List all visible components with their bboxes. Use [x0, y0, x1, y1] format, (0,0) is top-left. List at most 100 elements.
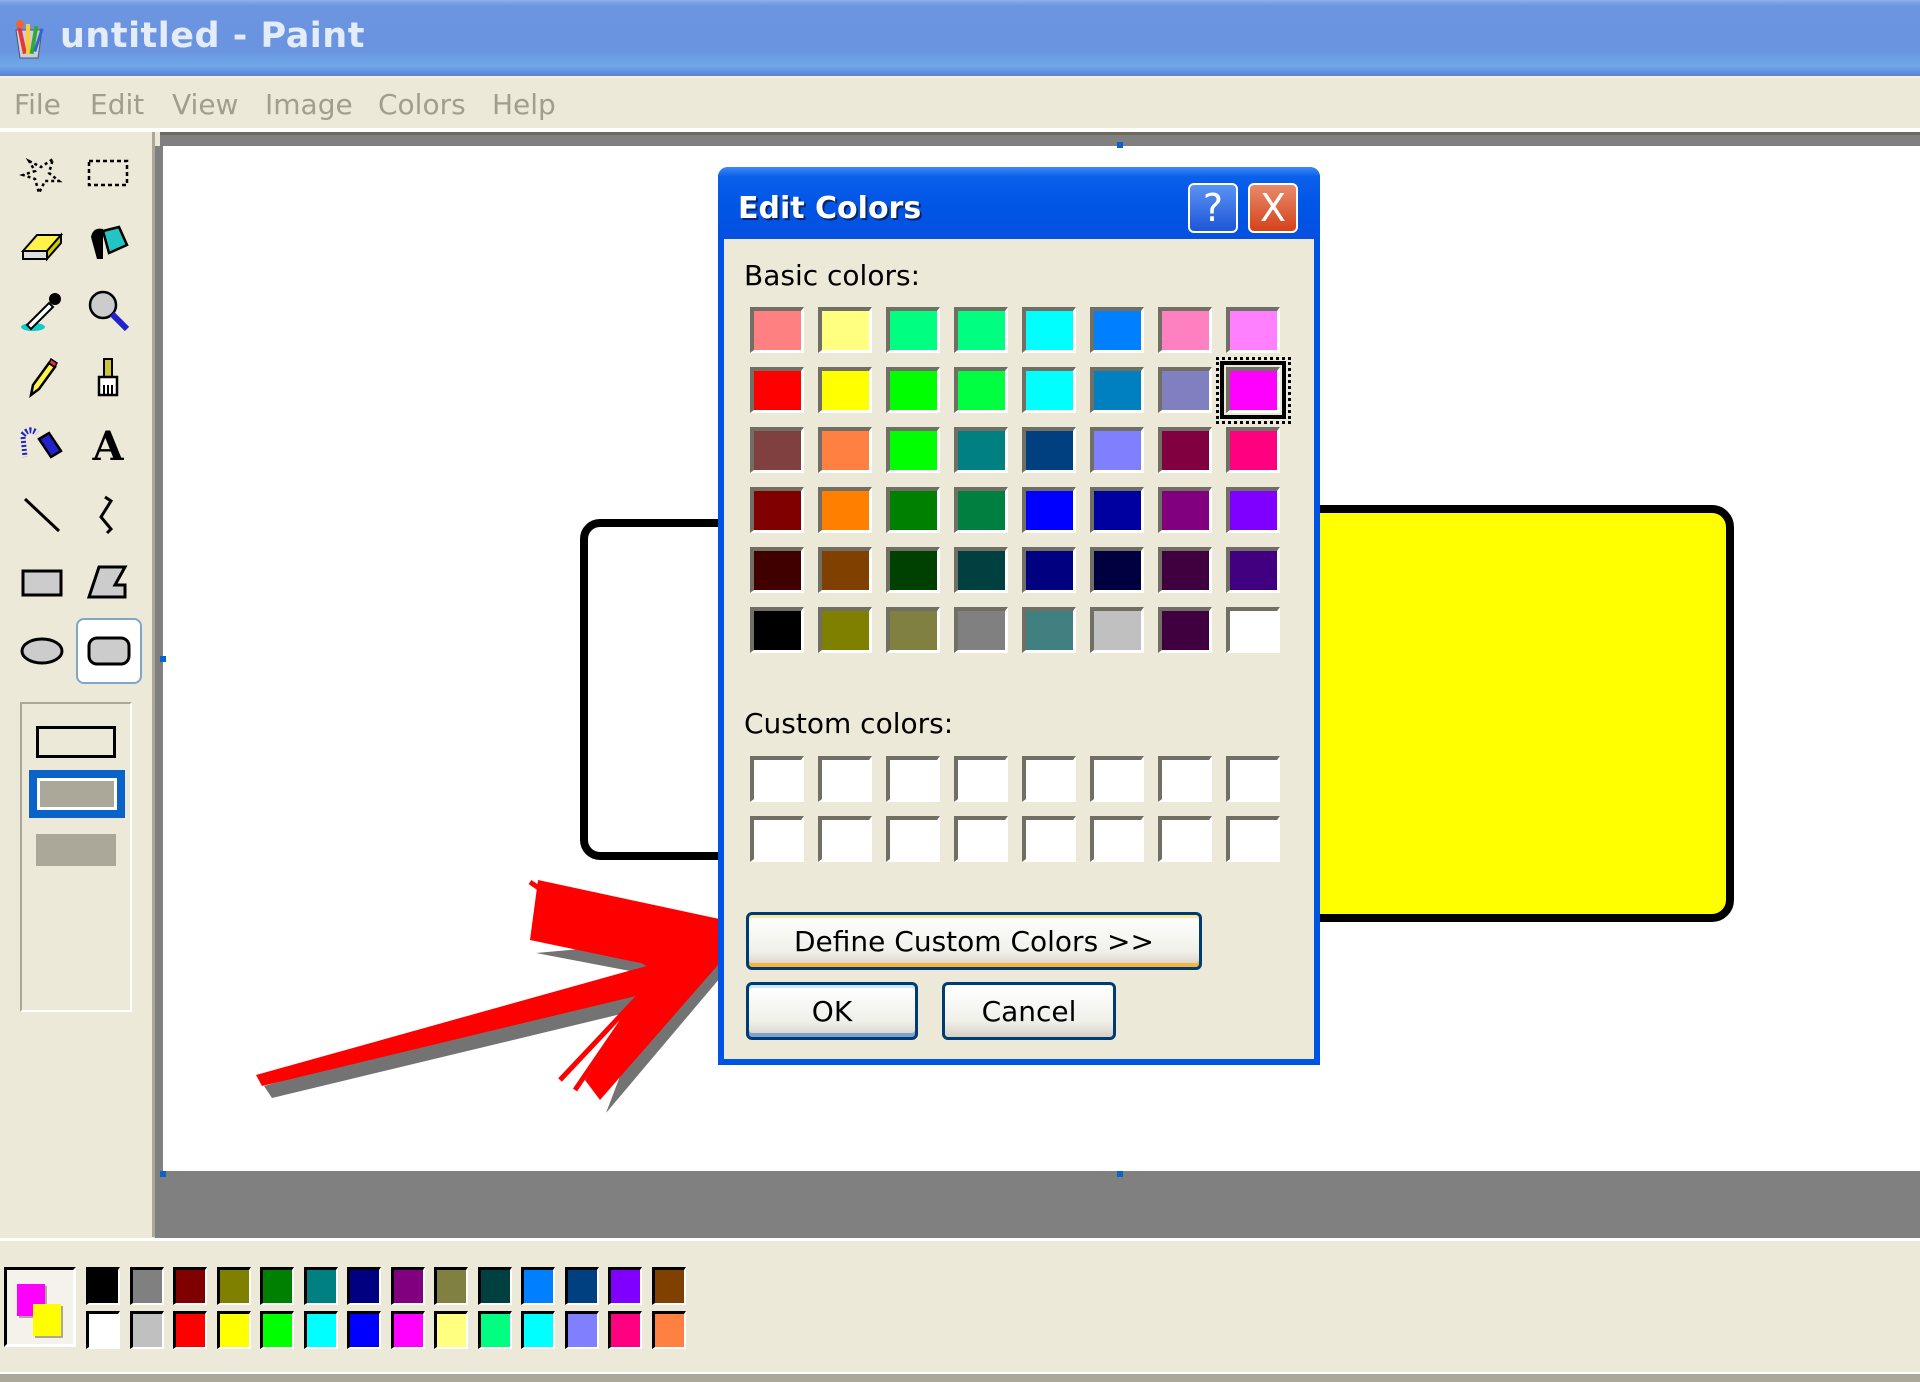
palette-color-swatch[interactable] — [521, 1267, 555, 1305]
palette-color-swatch[interactable] — [303, 1267, 338, 1305]
palette-color-swatch[interactable] — [477, 1311, 512, 1349]
canvas-resize-handle-bottom[interactable] — [1117, 1171, 1123, 1177]
basic-color-swatch[interactable] — [1022, 307, 1076, 353]
basic-color-swatch[interactable] — [750, 427, 804, 473]
basic-color-swatch[interactable] — [1090, 547, 1144, 593]
basic-color-swatch[interactable] — [750, 487, 804, 533]
basic-color-swatch[interactable] — [1226, 607, 1280, 653]
basic-color-swatch[interactable] — [954, 307, 1008, 353]
basic-color-swatch[interactable] — [818, 367, 872, 413]
tool-rectangle-select[interactable] — [78, 144, 138, 204]
title-bar[interactable]: untitled - Paint — [0, 0, 1920, 76]
palette-color-swatch[interactable] — [216, 1311, 251, 1349]
basic-color-swatch[interactable] — [1022, 607, 1076, 653]
basic-color-swatch[interactable] — [1022, 367, 1076, 413]
basic-color-swatch[interactable] — [818, 307, 872, 353]
basic-color-swatch[interactable] — [1090, 367, 1144, 413]
basic-color-swatch[interactable] — [1158, 367, 1212, 413]
menu-help[interactable]: Help — [492, 88, 556, 121]
palette-color-swatch[interactable] — [173, 1311, 207, 1349]
basic-color-swatch[interactable] — [1158, 607, 1212, 653]
custom-color-swatch[interactable] — [818, 816, 872, 862]
tool-rectangle[interactable] — [12, 552, 72, 612]
tool-pencil[interactable] — [12, 348, 72, 408]
basic-color-swatch[interactable] — [1022, 427, 1076, 473]
basic-color-swatch[interactable] — [954, 487, 1008, 533]
basic-color-swatch[interactable] — [1022, 547, 1076, 593]
tool-rounded-rectangle[interactable] — [76, 618, 142, 684]
custom-color-swatch[interactable] — [1090, 816, 1144, 862]
custom-color-swatch[interactable] — [750, 756, 804, 802]
basic-color-swatch[interactable] — [1158, 487, 1212, 533]
basic-color-swatch[interactable] — [1226, 427, 1280, 473]
dialog-title-bar[interactable]: Edit Colors ? X — [718, 167, 1320, 239]
fill-style-fill-only[interactable] — [36, 834, 116, 866]
menu-view[interactable]: View — [172, 88, 238, 121]
custom-color-swatch[interactable] — [818, 756, 872, 802]
tool-fill-with-color[interactable] — [78, 212, 138, 272]
palette-color-swatch[interactable] — [390, 1311, 425, 1349]
palette-color-swatch[interactable] — [129, 1267, 164, 1305]
close-button[interactable]: X — [1248, 183, 1298, 233]
menu-image[interactable]: Image — [265, 88, 353, 121]
custom-color-swatch[interactable] — [954, 756, 1008, 802]
basic-color-swatch[interactable] — [1226, 487, 1280, 533]
palette-color-swatch[interactable] — [434, 1267, 468, 1305]
palette-color-swatch[interactable] — [86, 1267, 120, 1305]
basic-color-swatch[interactable] — [886, 307, 940, 353]
tool-text[interactable]: A — [78, 416, 138, 476]
palette-color-swatch[interactable] — [260, 1311, 294, 1349]
palette-color-swatch[interactable] — [129, 1311, 164, 1349]
basic-color-swatch[interactable] — [886, 487, 940, 533]
basic-color-swatch[interactable] — [818, 427, 872, 473]
tool-airbrush[interactable] — [12, 416, 72, 476]
palette-color-swatch[interactable] — [347, 1267, 381, 1305]
basic-color-swatch[interactable] — [886, 427, 940, 473]
custom-color-swatch[interactable] — [750, 816, 804, 862]
help-button[interactable]: ? — [1188, 183, 1238, 233]
custom-color-swatch[interactable] — [886, 816, 940, 862]
custom-color-swatch[interactable] — [1226, 816, 1280, 862]
basic-color-swatch[interactable] — [886, 367, 940, 413]
basic-color-swatch[interactable] — [818, 607, 872, 653]
tool-brush[interactable] — [78, 348, 138, 408]
palette-color-swatch[interactable] — [477, 1267, 512, 1305]
menu-colors[interactable]: Colors — [378, 88, 466, 121]
cancel-button[interactable]: Cancel — [942, 982, 1116, 1040]
menu-file[interactable]: File — [14, 88, 61, 121]
custom-color-swatch[interactable] — [1090, 756, 1144, 802]
palette-color-swatch[interactable] — [173, 1267, 207, 1305]
basic-color-swatch[interactable] — [954, 607, 1008, 653]
basic-color-swatch[interactable] — [886, 607, 940, 653]
custom-color-swatch[interactable] — [886, 756, 940, 802]
basic-color-swatch[interactable] — [750, 607, 804, 653]
custom-color-swatch[interactable] — [1022, 756, 1076, 802]
basic-color-swatch[interactable] — [1226, 547, 1280, 593]
basic-color-swatch[interactable] — [1216, 357, 1291, 424]
basic-color-swatch[interactable] — [1090, 427, 1144, 473]
custom-color-swatch[interactable] — [954, 816, 1008, 862]
basic-color-swatch[interactable] — [954, 367, 1008, 413]
palette-color-swatch[interactable] — [347, 1311, 381, 1349]
palette-color-swatch[interactable] — [564, 1267, 599, 1305]
basic-color-swatch[interactable] — [818, 547, 872, 593]
basic-color-swatch[interactable] — [1090, 607, 1144, 653]
basic-color-swatch[interactable] — [1022, 487, 1076, 533]
tool-free-form-select[interactable] — [12, 144, 72, 204]
canvas-resize-handle-corner[interactable] — [160, 1171, 166, 1177]
palette-color-swatch[interactable] — [216, 1267, 251, 1305]
custom-color-swatch[interactable] — [1226, 756, 1280, 802]
tool-polygon[interactable] — [78, 552, 138, 612]
basic-color-swatch[interactable] — [954, 547, 1008, 593]
custom-color-swatch[interactable] — [1158, 816, 1212, 862]
basic-color-swatch[interactable] — [886, 547, 940, 593]
palette-color-swatch[interactable] — [651, 1267, 686, 1305]
palette-color-swatch[interactable] — [390, 1267, 425, 1305]
basic-color-swatch[interactable] — [818, 487, 872, 533]
basic-color-swatch[interactable] — [1090, 487, 1144, 533]
basic-color-swatch[interactable] — [1090, 307, 1144, 353]
palette-color-swatch[interactable] — [260, 1267, 294, 1305]
palette-color-swatch[interactable] — [434, 1311, 468, 1349]
fill-style-outline-with-fill[interactable] — [29, 770, 125, 818]
palette-color-swatch[interactable] — [564, 1311, 599, 1349]
